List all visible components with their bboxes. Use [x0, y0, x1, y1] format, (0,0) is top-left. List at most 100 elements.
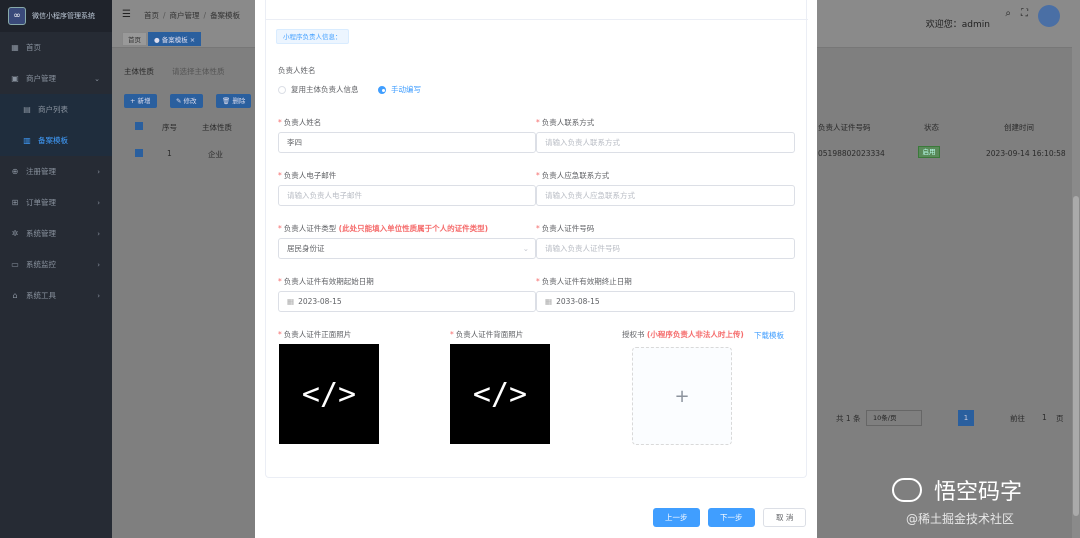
radio-reuse[interactable]: 复用主体负责人信息 [278, 84, 359, 95]
prev-step-button[interactable]: 上一步 [653, 508, 700, 527]
breadcrumb-merchant[interactable]: 商户管理 [170, 11, 200, 20]
required-mark: * [278, 330, 282, 339]
sidebar-brand[interactable]: ∞ 微信小程序管理系统 [0, 0, 112, 32]
dashboard-icon: ▦ [11, 43, 19, 52]
sidebar-item-template[interactable]: ▥ 备案模板 [0, 125, 112, 156]
sidebar-menu: ▦ 首页 ▣ 商户管理 ⌄ ▤ 商户列表 ▥ 备案模板 ⊕ 注册管理 › ⊞ 订单管理 › ✲ 系统… [0, 32, 112, 311]
sidebar-item-system[interactable]: ✲ 系统管理 › [0, 218, 112, 249]
template-icon: ▥ [23, 136, 31, 145]
watermark-brand-text: 悟空码字 [934, 480, 1023, 505]
breadcrumb-current: 备案模板 [210, 11, 241, 20]
photo-front-thumbnail[interactable]: </> [279, 344, 379, 444]
required-mark: * [278, 118, 282, 127]
email-input[interactable]: 请输入负责人电子邮件 [278, 185, 536, 206]
cert-type-select[interactable]: 居民身份证 ⌄ [278, 238, 536, 259]
column-header: 主体性质 [202, 123, 232, 132]
select-all-checkbox[interactable] [135, 122, 143, 130]
valid-start-label-text: 负责人证件有效期起始日期 [283, 277, 374, 286]
plus-icon: + [674, 385, 690, 407]
valid-end-label-text: 负责人证件有效期终止日期 [541, 277, 632, 286]
watermark-brand: 悟空码字 [892, 474, 1022, 506]
required-mark: * [536, 224, 540, 233]
phone-label-text: 负责人联系方式 [541, 118, 595, 127]
download-template-link[interactable]: 下载模板 [754, 330, 784, 341]
sidebar-item-label: 备案模板 [38, 136, 68, 145]
row-checkbox[interactable] [135, 149, 143, 157]
scrollbar-thumb[interactable] [1073, 196, 1079, 516]
radio-label: 手动编写 [391, 85, 421, 94]
gear-icon: ✲ [11, 229, 19, 238]
sidebar-item-tools[interactable]: ⌂ 系统工具 › [0, 280, 112, 311]
sidebar-item-monitor[interactable]: ▭ 系统监控 › [0, 249, 112, 280]
list-icon: ▤ [23, 105, 31, 114]
form-card: 小程序负责人信息： 负责人姓名 复用主体负责人信息 手动编写 * 负责人姓名 李四… [265, 0, 808, 478]
name-source-label: 负责人姓名 [278, 66, 316, 75]
sidebar-item-label: 系统监控 [26, 260, 56, 269]
valid-start-label: * 负责人证件有效期起始日期 [278, 276, 374, 287]
email-label-text: 负责人电子邮件 [283, 171, 337, 180]
search-icon[interactable]: ⌕ [1005, 8, 1011, 19]
page-scrollbar[interactable] [1072, 0, 1080, 538]
next-step-button[interactable]: 下一步 [708, 508, 755, 527]
column-header: 负责人证件号码 [818, 123, 871, 132]
sidebar-item-label: 商户管理 [26, 74, 56, 83]
chevron-down-icon: ⌄ [94, 74, 100, 83]
emergency-input[interactable]: 请输入负责人应急联系方式 [536, 185, 795, 206]
radio-manual[interactable]: 手动编写 [378, 84, 421, 95]
valid-start-date-picker[interactable]: ▦ 2023-08-15 [278, 291, 536, 312]
monitor-icon: ▭ [11, 260, 19, 269]
fullscreen-icon[interactable]: ⛶ [1021, 8, 1028, 19]
tool-icon: ⌂ [12, 291, 18, 300]
required-mark: * [536, 118, 540, 127]
name-input[interactable]: 李四 [278, 132, 536, 153]
wechat-icon [892, 478, 922, 502]
tag-home[interactable]: 首页 [122, 32, 147, 46]
add-button[interactable]: + 新增 [124, 94, 157, 108]
emergency-label-text: 负责人应急联系方式 [541, 171, 610, 180]
pagination-current[interactable]: 1 [958, 410, 974, 426]
cert-no-label: * 负责人证件号码 [536, 223, 594, 234]
edit-button[interactable]: ✎ 修改 [170, 94, 203, 108]
merchant-dialog: 小程序负责人信息： 负责人姓名 复用主体负责人信息 手动编写 * 负责人姓名 李四… [255, 0, 817, 538]
required-mark: * [536, 171, 540, 180]
table-cell: 企业 [208, 150, 223, 159]
required-mark: * [278, 277, 282, 286]
auth-letter-note: (小程序负责人非法人时上传) [646, 330, 744, 339]
valid-start-value: 2023-08-15 [298, 297, 342, 306]
chevron-right-icon: › [97, 260, 100, 269]
auth-letter-upload[interactable]: + [632, 347, 732, 445]
calendar-icon: ▦ [545, 297, 553, 306]
sidebar-item-home[interactable]: ▦ 首页 [0, 32, 112, 63]
cart-icon: ⊞ [11, 198, 19, 207]
filter-select[interactable]: 请选择主体性质 [172, 66, 225, 77]
pagination-goto-input[interactable]: 1 [1042, 413, 1047, 422]
sidebar-item-merchant[interactable]: ▣ 商户管理 ⌄ [0, 63, 112, 94]
page-size-select[interactable]: 10条/页 [866, 410, 922, 426]
sidebar-item-merchant-list[interactable]: ▤ 商户列表 [0, 94, 112, 125]
sidebar-item-label: 系统管理 [26, 229, 56, 238]
shop-icon: ▣ [11, 74, 19, 83]
column-header: 状态 [924, 123, 939, 132]
cert-type-value: 居民身份证 [287, 244, 325, 253]
welcome-text: 欢迎您：admin [925, 20, 990, 30]
cert-no-input[interactable]: 请输入负责人证件号码 [536, 238, 795, 259]
breadcrumb-home[interactable]: 首页 [144, 11, 159, 20]
sidebar-item-label: 订单管理 [26, 198, 56, 207]
tag-active[interactable]: ● 备案模板 × [148, 32, 202, 46]
column-header: 创建时间 [1004, 123, 1034, 132]
sidebar-item-orders[interactable]: ⊞ 订单管理 › [0, 187, 112, 218]
chevron-right-icon: › [97, 291, 100, 300]
delete-button[interactable]: 🗑 删除 [216, 94, 252, 108]
required-mark: * [536, 277, 540, 286]
hamburger-icon[interactable]: ☰ [122, 9, 131, 20]
phone-input[interactable]: 请输入负责人联系方式 [536, 132, 795, 153]
sidebar-item-register[interactable]: ⊕ 注册管理 › [0, 156, 112, 187]
cancel-button[interactable]: 取 消 [763, 508, 807, 527]
pagination-goto: 前往 [1010, 414, 1025, 423]
photo-front-label: * 负责人证件正面照片 [278, 329, 351, 340]
avatar[interactable] [1038, 5, 1060, 27]
breadcrumb-separator: / [163, 11, 166, 20]
phone-label: * 负责人联系方式 [536, 117, 594, 128]
valid-end-date-picker[interactable]: ▦ 2033-08-15 [536, 291, 795, 312]
photo-back-thumbnail[interactable]: </> [450, 344, 550, 444]
